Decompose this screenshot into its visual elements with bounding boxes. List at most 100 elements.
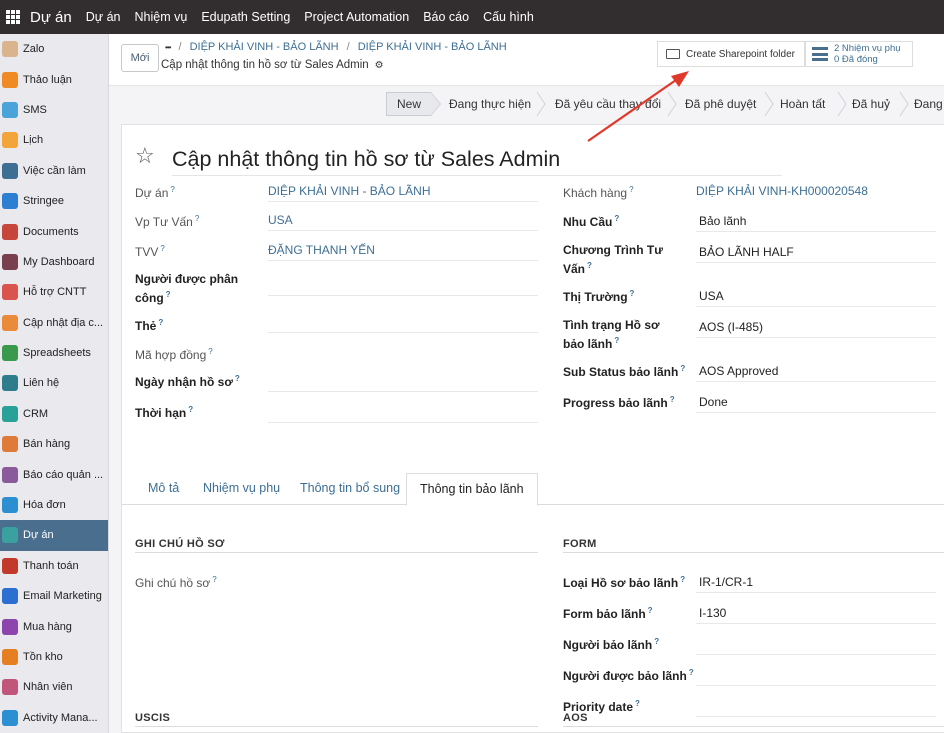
dashboard-icon xyxy=(2,253,18,270)
field-progress[interactable]: Done xyxy=(699,395,728,409)
sidebar-item-label: SMS xyxy=(23,103,47,116)
sidebar-item[interactable]: Việc cần làm xyxy=(0,156,108,186)
star-icon[interactable]: ☆ xyxy=(135,143,155,169)
field-nguoi-duoc-phan-cong[interactable] xyxy=(268,295,538,296)
more-actions-icon[interactable]: ••• xyxy=(165,43,171,52)
apps-menu-icon[interactable] xyxy=(6,10,20,24)
sidebar-item[interactable]: Dự án xyxy=(0,520,108,551)
label-tvv: TVV? xyxy=(135,244,165,259)
field-ngay-nhan-ho-so[interactable] xyxy=(268,391,538,392)
label-du-an: Dự án? xyxy=(135,185,175,200)
tab-thong-tin-bao-lanh[interactable]: Thông tin bảo lãnh xyxy=(406,473,538,506)
sidebar-item[interactable]: Thanh toán xyxy=(0,551,108,581)
field-form-bao-lanh[interactable]: I-130 xyxy=(699,606,726,620)
sidebar-item[interactable]: Spreadsheets xyxy=(0,338,108,368)
sidebar-item[interactable]: SMS xyxy=(0,95,108,125)
sidebar-item[interactable]: Zalo xyxy=(0,34,108,64)
task-title[interactable]: Cập nhật thông tin hồ sơ từ Sales Admin xyxy=(172,147,560,172)
field-vp-tu-van[interactable]: USA xyxy=(268,213,293,227)
sidebar-item-label: CRM xyxy=(23,407,49,420)
sidebar-item[interactable]: Activity Mana... xyxy=(0,703,108,733)
stage-change-requested[interactable]: Đã yêu cầu thay đổi xyxy=(555,92,661,116)
sidebar-item[interactable]: Nhân viên xyxy=(0,672,108,702)
inventory-icon xyxy=(2,649,18,665)
sidebar-item-label: Email Marketing xyxy=(23,590,102,603)
stage-in-progress[interactable]: Đang thực hiện xyxy=(449,92,531,116)
sidebar-item[interactable]: My Dashboard xyxy=(0,247,108,277)
sidebar-item-label: Thảo luận xyxy=(23,73,72,86)
menu-edupath-setting[interactable]: Edupath Setting xyxy=(201,10,290,24)
label-form-bao-lanh: Form bảo lãnh? xyxy=(563,606,653,621)
field-nguoi-duoc-bao-lanh[interactable] xyxy=(696,685,936,686)
tab-nhiem-vu-phu[interactable]: Nhiệm vụ phụ xyxy=(203,481,280,495)
field-khach-hang[interactable]: DIỆP KHẢI VINH-KH000020548 xyxy=(696,184,868,198)
sidebar-item[interactable]: Email Marketing xyxy=(0,581,108,611)
invoice-icon xyxy=(2,497,18,514)
sidebar-item[interactable]: Cập nhật địa c... xyxy=(0,308,108,338)
employees-icon xyxy=(2,679,18,696)
gear-icon[interactable]: ⚙ xyxy=(375,60,384,71)
field-sub-status[interactable]: AOS Approved xyxy=(699,364,778,378)
stage-separator-icon xyxy=(837,92,847,116)
new-button[interactable]: Mới xyxy=(121,44,159,72)
breadcrumb: ••• / DIỆP KHẢI VINH - BẢO LÃNH / DIỆP K… xyxy=(165,41,507,53)
sidebar-item[interactable]: Thảo luận xyxy=(0,64,108,94)
sidebar-item-label: Bán hàng xyxy=(23,438,71,451)
subtasks-button[interactable]: 2 Nhiệm vụ phụ 0 Đã đóng xyxy=(805,41,913,67)
field-thoi-han[interactable] xyxy=(268,422,538,423)
sidebar-item[interactable]: Mua hàng xyxy=(0,611,108,641)
spreadsheet-icon xyxy=(2,345,18,362)
field-nguoi-bao-lanh[interactable] xyxy=(696,654,936,655)
field-tvv[interactable]: ĐẶNG THANH YẾN xyxy=(268,243,375,257)
stage-new[interactable]: New xyxy=(386,92,442,116)
stage-approved[interactable]: Đã phê duyệt xyxy=(685,92,756,116)
sales-icon xyxy=(2,436,18,453)
create-sharepoint-folder-button[interactable]: Create Sharepoint folder xyxy=(657,41,805,67)
menu-project-automation[interactable]: Project Automation xyxy=(304,10,409,24)
menu-bao-cao[interactable]: Báo cáo xyxy=(423,10,469,24)
field-priority-date[interactable] xyxy=(696,716,936,717)
field-thi-truong[interactable]: USA xyxy=(699,289,724,303)
stage-done[interactable]: Hoàn tất xyxy=(780,92,825,116)
section-aos: AOS xyxy=(563,712,588,724)
sidebar-item[interactable]: Hóa đơn xyxy=(0,490,108,520)
sidebar-item[interactable]: CRM xyxy=(0,399,108,429)
sidebar-item[interactable]: Báo cáo quản ... xyxy=(0,459,108,489)
sidebar-item-label: Lịch xyxy=(23,134,44,147)
stage-more[interactable]: Đang xyxy=(914,92,943,116)
sidebar-item[interactable]: Tồn kho xyxy=(0,642,108,672)
discuss-icon xyxy=(2,71,18,88)
sidebar-item-label: Hỗ trợ CNTT xyxy=(23,286,87,299)
sidebar-item[interactable]: Lịch xyxy=(0,125,108,155)
field-chuong-trinh-tu-van[interactable]: BẢO LÃNH HALF xyxy=(699,245,794,259)
tab-thong-tin-bo-sung[interactable]: Thông tin bổ sung xyxy=(300,481,400,495)
sidebar-item[interactable]: Stringee xyxy=(0,186,108,216)
section-uscis: USCIS xyxy=(135,712,171,724)
sidebar-item[interactable]: Hỗ trợ CNTT xyxy=(0,277,108,307)
stage-cancelled[interactable]: Đã huỷ xyxy=(852,92,890,116)
calendar-icon xyxy=(2,132,18,149)
label-the: Thẻ? xyxy=(135,318,164,333)
breadcrumb-link-2[interactable]: DIỆP KHẢI VINH - BẢO LÃNH xyxy=(358,41,507,53)
field-the[interactable] xyxy=(268,332,538,333)
breadcrumb-link-1[interactable]: DIỆP KHẢI VINH - BẢO LÃNH xyxy=(190,41,339,53)
field-du-an[interactable]: DIỆP KHẢI VINH - BẢO LÃNH xyxy=(268,184,431,198)
tab-mo-ta[interactable]: Mô tả xyxy=(148,481,179,495)
field-tinh-trang-ho-so[interactable]: AOS (I-485) xyxy=(699,320,763,334)
subtasks-count: 2 Nhiệm vụ phụ xyxy=(834,43,901,54)
field-loai-ho-so[interactable]: IR-1/CR-1 xyxy=(699,575,753,589)
subtasks-closed: 0 Đã đóng xyxy=(834,54,878,65)
app-brand[interactable]: Dự án xyxy=(30,9,72,26)
sidebar-item[interactable]: Liên hệ xyxy=(0,368,108,398)
field-nhu-cau[interactable]: Bảo lãnh xyxy=(699,214,746,228)
sidebar-item-label: Báo cáo quản ... xyxy=(23,468,104,481)
sharepoint-label: Create Sharepoint folder xyxy=(686,48,795,60)
sidebar-item[interactable]: Bán hàng xyxy=(0,429,108,459)
menu-nhiem-vu[interactable]: Nhiệm vụ xyxy=(135,10,188,24)
zalo-icon xyxy=(2,41,18,58)
menu-cau-hinh[interactable]: Cấu hình xyxy=(483,10,534,24)
stage-separator-icon xyxy=(899,92,909,116)
menu-du-an[interactable]: Dự án xyxy=(86,10,121,24)
sidebar-item[interactable]: Documents xyxy=(0,216,108,246)
sidebar-item-label: Cập nhật địa c... xyxy=(23,316,104,329)
